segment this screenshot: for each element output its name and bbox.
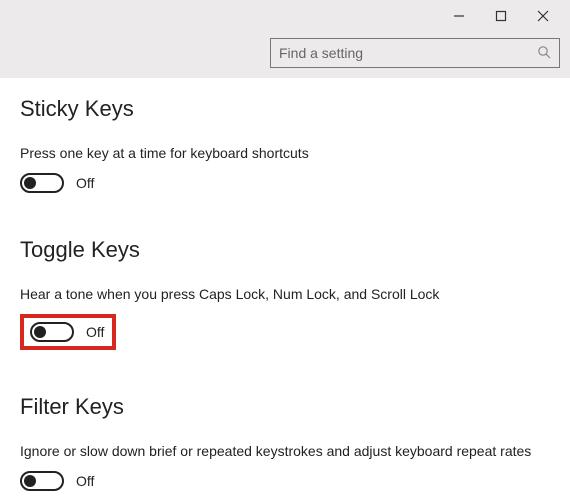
close-button[interactable] [522, 1, 564, 31]
filter-keys-state: Off [76, 473, 94, 489]
sticky-keys-toggle[interactable] [20, 173, 64, 193]
sticky-keys-section: Sticky Keys Press one key at a time for … [20, 96, 550, 193]
toggle-keys-highlight: Off [20, 314, 116, 350]
toggle-keys-desc: Hear a tone when you press Caps Lock, Nu… [20, 285, 540, 304]
filter-keys-desc: Ignore or slow down brief or repeated ke… [20, 442, 540, 461]
minimize-button[interactable] [438, 1, 480, 31]
filter-keys-section: Filter Keys Ignore or slow down brief or… [20, 394, 550, 491]
sticky-keys-desc: Press one key at a time for keyboard sho… [20, 144, 540, 163]
toggle-keys-section: Toggle Keys Hear a tone when you press C… [20, 237, 550, 350]
window-titlebar [0, 0, 570, 32]
settings-content: Sticky Keys Press one key at a time for … [0, 78, 570, 491]
search-box[interactable] [270, 38, 560, 68]
toggle-keys-title: Toggle Keys [20, 237, 550, 263]
toggle-keys-state: Off [86, 324, 104, 340]
sticky-keys-title: Sticky Keys [20, 96, 550, 122]
search-icon [537, 45, 551, 62]
toggle-keys-toggle[interactable] [30, 322, 74, 342]
sticky-keys-state: Off [76, 175, 94, 191]
search-row [0, 32, 570, 78]
maximize-button[interactable] [480, 1, 522, 31]
filter-keys-title: Filter Keys [20, 394, 550, 420]
filter-keys-toggle[interactable] [20, 471, 64, 491]
search-input[interactable] [279, 45, 537, 61]
